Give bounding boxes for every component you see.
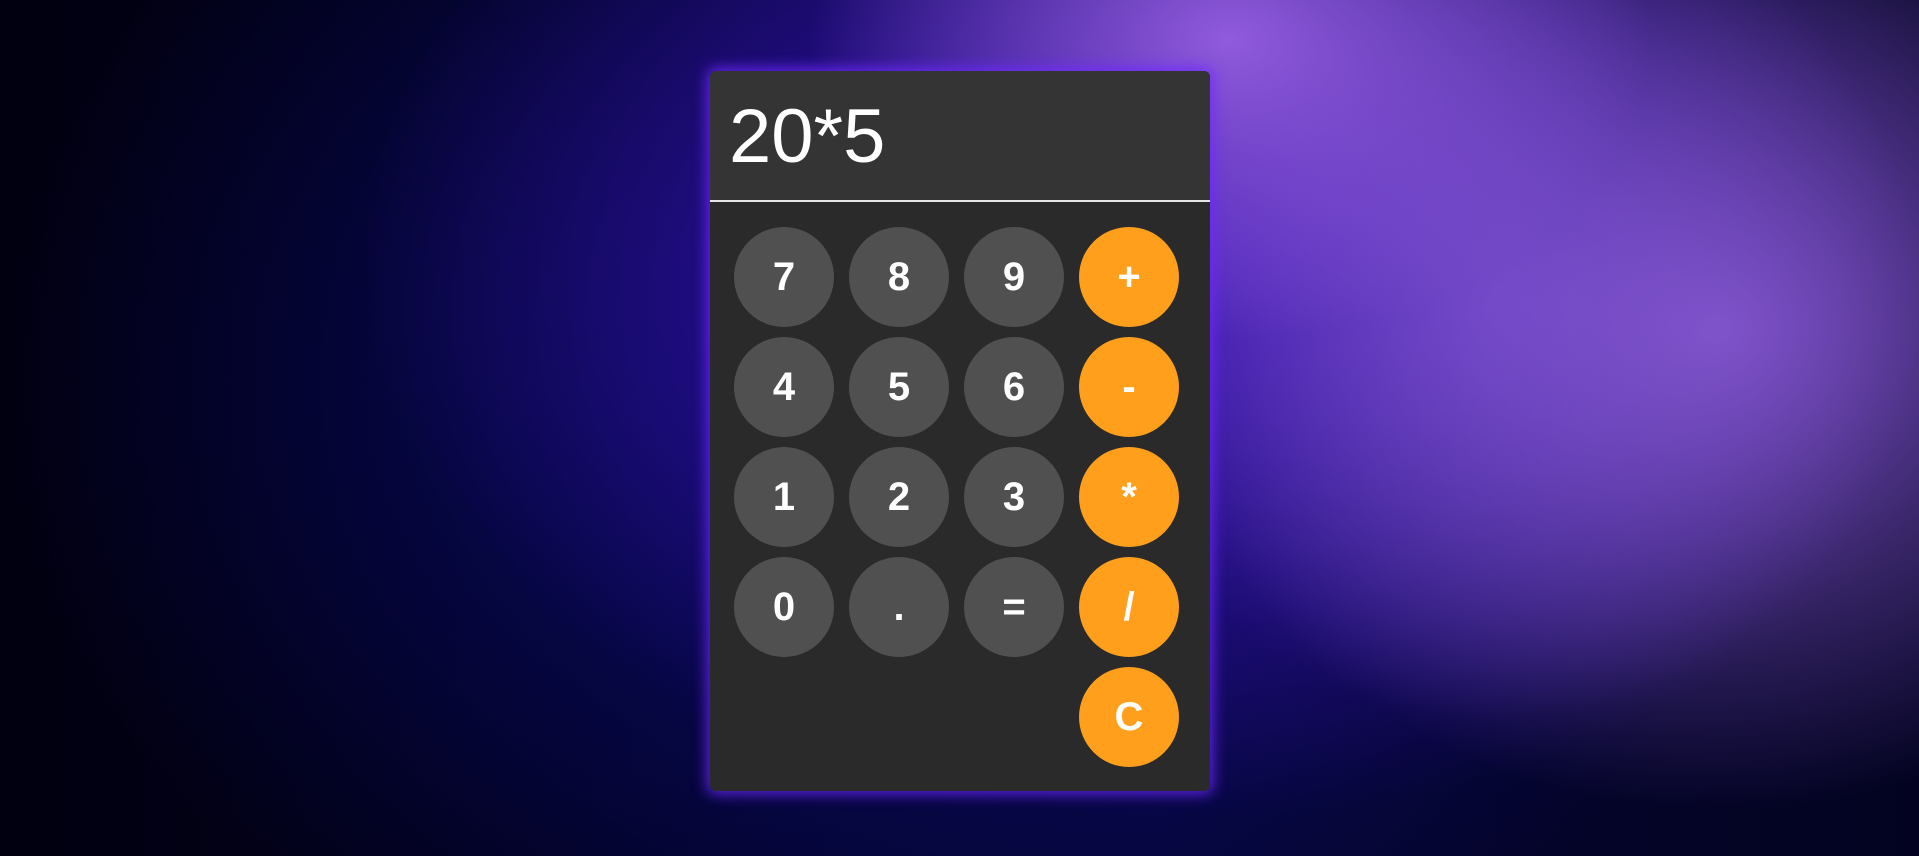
key-5[interactable]: 5 — [849, 337, 949, 437]
key-divide[interactable]: / — [1079, 557, 1179, 657]
key-clear[interactable]: C — [1079, 667, 1179, 767]
key-1[interactable]: 1 — [734, 447, 834, 547]
calculator-display: 20*5 — [710, 71, 1210, 202]
key-8[interactable]: 8 — [849, 227, 949, 327]
display-value: 20*5 — [729, 94, 886, 179]
key-7[interactable]: 7 — [734, 227, 834, 327]
key-minus[interactable]: - — [1079, 337, 1179, 437]
calculator-panel: 20*5 7 8 9 + 4 5 6 - 1 2 3 * 0 . = / C — [710, 71, 1210, 791]
key-multiply[interactable]: * — [1079, 447, 1179, 547]
key-2[interactable]: 2 — [849, 447, 949, 547]
key-0[interactable]: 0 — [734, 557, 834, 657]
key-plus[interactable]: + — [1079, 227, 1179, 327]
key-4[interactable]: 4 — [734, 337, 834, 437]
key-9[interactable]: 9 — [964, 227, 1064, 327]
key-6[interactable]: 6 — [964, 337, 1064, 437]
key-decimal[interactable]: . — [849, 557, 949, 657]
key-3[interactable]: 3 — [964, 447, 1064, 547]
key-equals[interactable]: = — [964, 557, 1064, 657]
